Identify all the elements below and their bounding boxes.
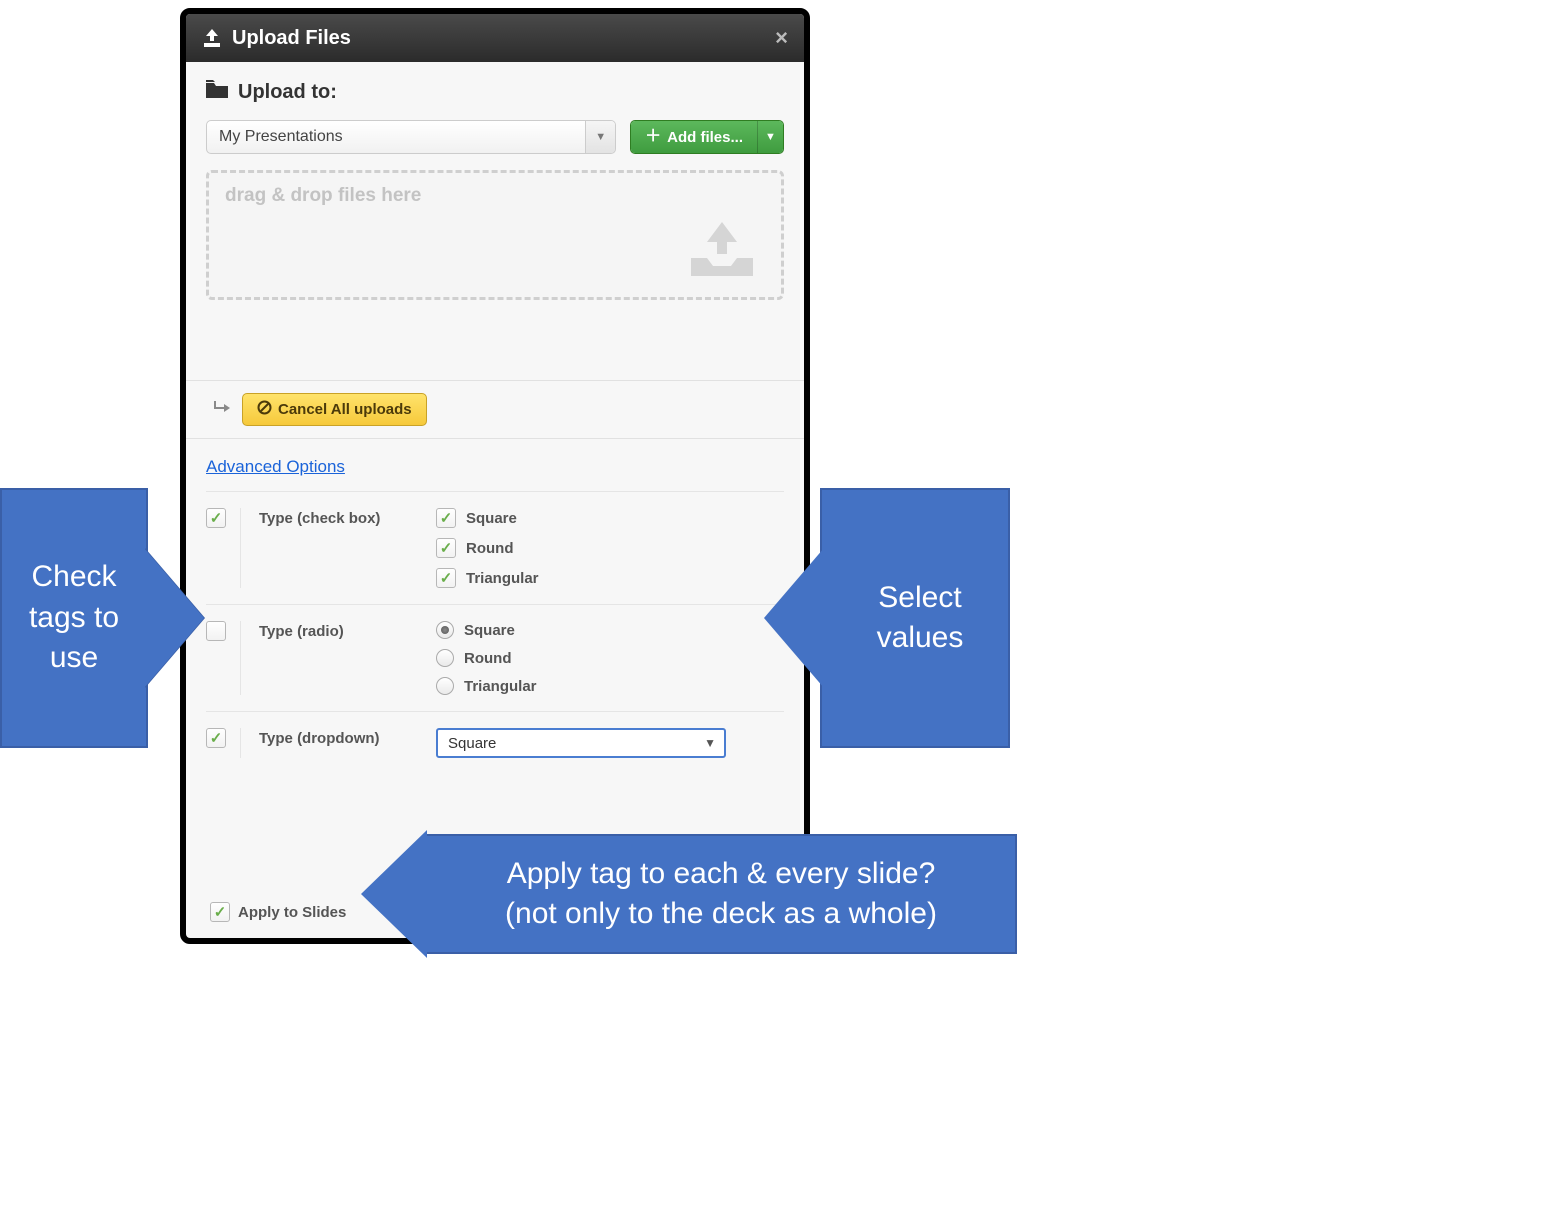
value-label: Triangular [464, 678, 537, 695]
cancel-all-uploads-button[interactable]: Cancel All uploads [242, 393, 427, 426]
value-radio-triangular[interactable] [436, 677, 454, 695]
destination-folder-select[interactable]: My Presentations ▼ [206, 120, 616, 154]
value-dropdown-selected: Square [448, 735, 496, 752]
chevron-down-icon: ▼ [585, 121, 615, 153]
apply-to-slides-checkbox[interactable]: ✓ [210, 902, 230, 922]
sub-arrow-icon [212, 399, 230, 420]
value-label: Round [466, 540, 513, 557]
upload-to-row: Upload to: [206, 80, 784, 104]
apply-to-slides-label: Apply to Slides [238, 904, 346, 921]
dialog-title: Upload Files [232, 27, 351, 50]
value-checkbox-triangular[interactable]: ✓ [436, 568, 456, 588]
plus-icon: ＋ [645, 129, 661, 145]
upload-icon [202, 29, 222, 47]
folder-icon [206, 80, 228, 104]
add-files-label: Add files... [667, 129, 743, 146]
value-label: Square [464, 622, 515, 639]
value-label: Square [466, 510, 517, 527]
annotation-select-values: Select values [820, 488, 1010, 748]
value-radio-round[interactable] [436, 649, 454, 667]
add-files-dropdown-toggle[interactable]: ▼ [757, 121, 783, 153]
dialog-header: Upload Files × [186, 14, 804, 62]
upload-to-label: Upload to: [238, 81, 337, 104]
tag-enable-checkbox-type-radio[interactable] [206, 621, 226, 641]
value-label: Triangular [466, 570, 539, 587]
dropzone-label: drag & drop files here [225, 185, 421, 207]
inbox-icon [687, 222, 757, 283]
value-radio-square[interactable] [436, 621, 454, 639]
cancel-all-label: Cancel All uploads [278, 401, 412, 418]
annotation-apply-to-slides: Apply tag to each & every slide? (not on… [425, 834, 1017, 954]
cancel-circle-icon [257, 400, 272, 419]
annotation-check-tags: Check tags to use [0, 488, 148, 748]
value-label: Round [464, 650, 511, 667]
tag-label-type-radio: Type (radio) [259, 621, 344, 640]
tag-label-type-dropdown: Type (dropdown) [259, 728, 380, 747]
file-dropzone[interactable]: drag & drop files here [206, 170, 784, 300]
destination-folder-value: My Presentations [207, 128, 585, 146]
add-files-button[interactable]: ＋ Add files... ▼ [630, 120, 784, 154]
upload-dialog: Upload Files × Upload to: My Presentatio… [180, 8, 810, 944]
tag-enable-checkbox-type-checkbox[interactable]: ✓ [206, 508, 226, 528]
value-checkbox-round[interactable]: ✓ [436, 538, 456, 558]
tag-enable-checkbox-type-dropdown[interactable]: ✓ [206, 728, 226, 748]
close-icon[interactable]: × [775, 25, 788, 51]
advanced-options-link[interactable]: Advanced Options [206, 457, 345, 477]
chevron-down-icon: ▼ [704, 736, 716, 750]
value-checkbox-square[interactable]: ✓ [436, 508, 456, 528]
value-dropdown[interactable]: Square ▼ [436, 728, 726, 758]
tag-label-type-checkbox: Type (check box) [259, 508, 380, 527]
